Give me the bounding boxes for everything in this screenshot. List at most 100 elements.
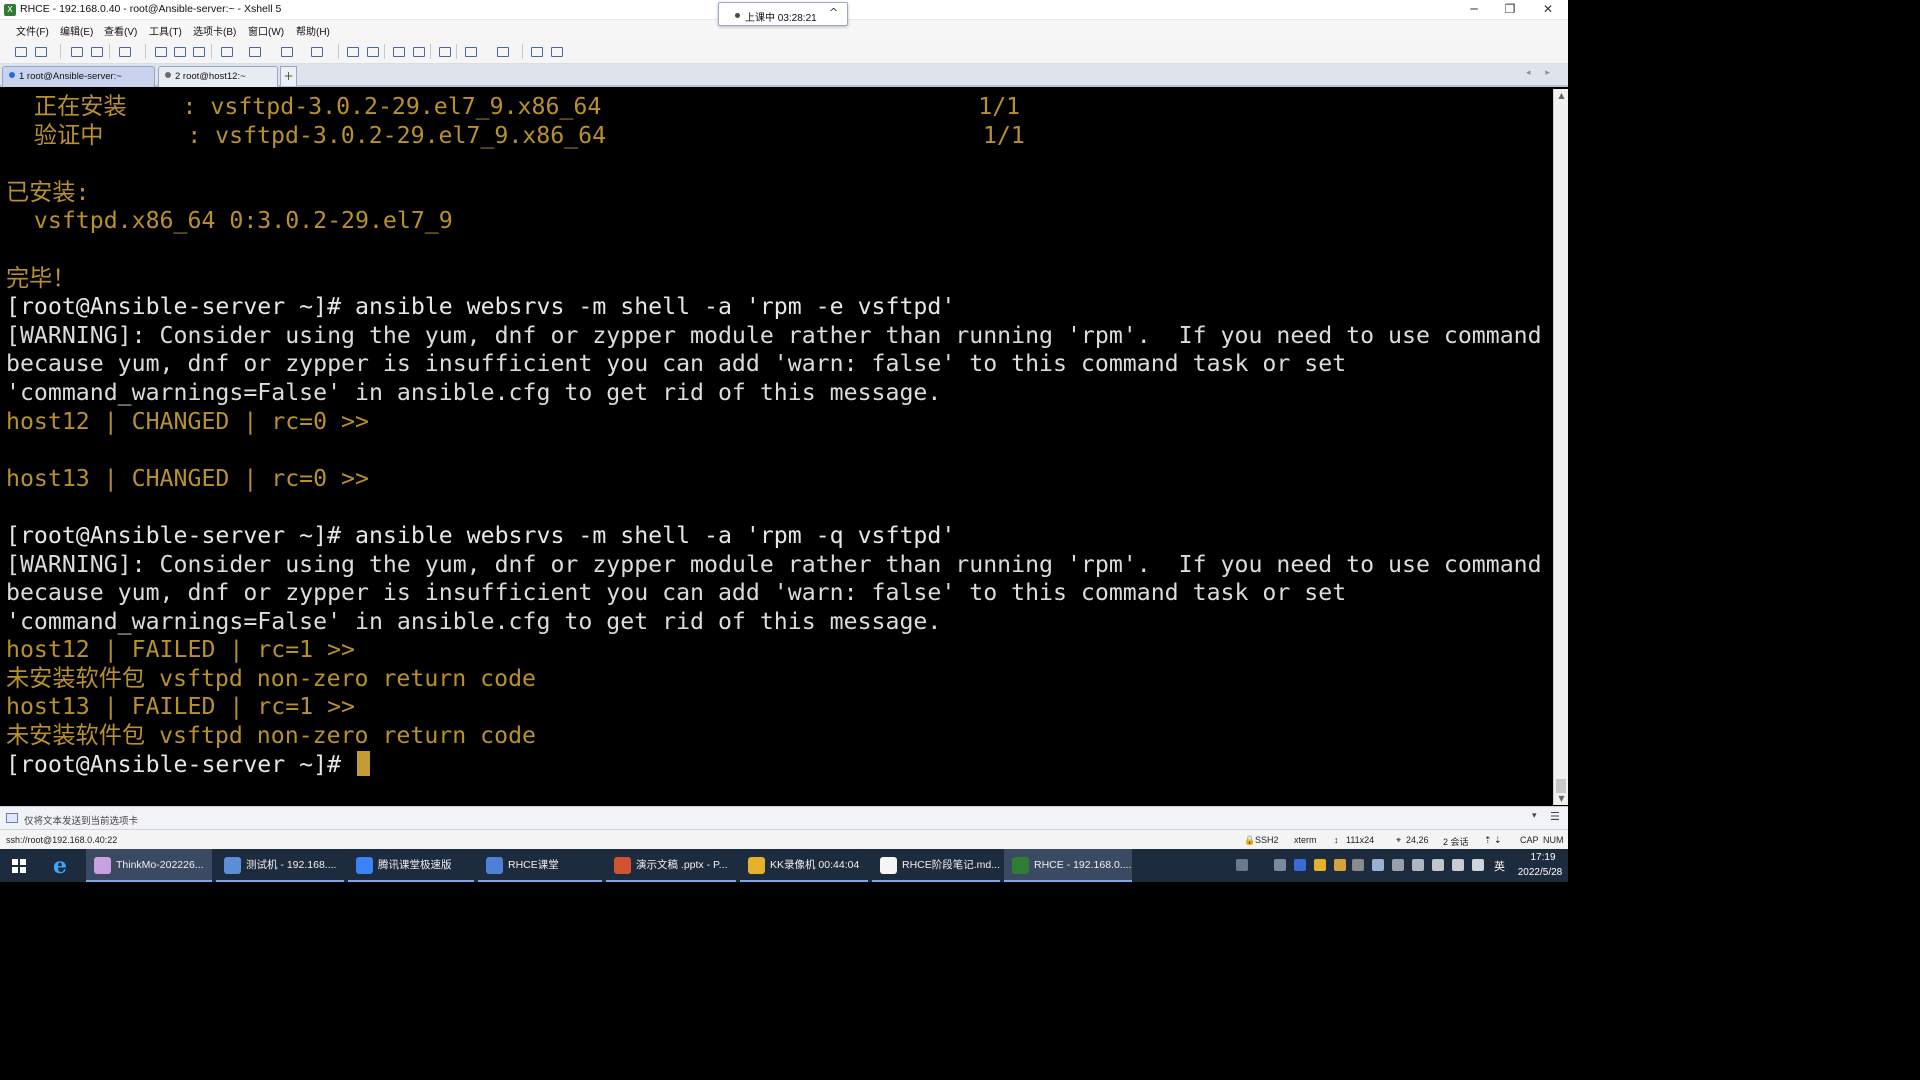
scrollbar-thumb[interactable] (1556, 779, 1566, 793)
close-button[interactable]: ✕ (1530, 0, 1566, 20)
menu-tabs[interactable]: 选项卡(B) (193, 23, 236, 38)
taskbar-app-button[interactable]: RHCE阶段笔记.md... (872, 849, 1000, 882)
internet-explorer-button[interactable]: e (44, 849, 82, 882)
taskbar-app-button[interactable]: ThinkMo-202226... (86, 849, 212, 882)
tray-app-icon[interactable] (1314, 859, 1326, 871)
copy-icon[interactable] (152, 44, 168, 58)
open-folder-icon[interactable] (32, 44, 48, 58)
tray-app-icon[interactable] (1352, 859, 1364, 871)
font-icon[interactable] (308, 44, 324, 58)
menu-window[interactable]: 窗口(W) (248, 23, 284, 38)
taskbar-app-icon (880, 857, 897, 874)
properties-icon[interactable] (116, 44, 132, 58)
terminal-scrollbar[interactable]: ▲ ▼ (1553, 89, 1568, 805)
disconnect-icon[interactable] (88, 44, 104, 58)
taskbar-app-button[interactable]: RHCE - 192.168.0.... (1004, 849, 1132, 882)
scroll-down-icon[interactable]: ▼ (1554, 792, 1569, 805)
terminal-line: host13 | CHANGED | rc=0 >> (6, 464, 369, 492)
terminal-line: 'command_warnings=False' in ansible.cfg … (6, 378, 942, 406)
keyboard-icon[interactable] (436, 44, 452, 58)
kk-tray-icon[interactable] (1294, 859, 1306, 871)
menu-view[interactable]: 查看(V) (104, 23, 137, 38)
taskbar-app-button[interactable]: 演示文稿 .pptx - P... (606, 849, 736, 882)
network-icon[interactable] (1372, 859, 1384, 871)
taskbar-app-button[interactable]: RHCE课堂 (478, 849, 602, 882)
compose-bar-text[interactable]: 仅将文本发送到当前选项卡 (24, 813, 138, 827)
wifi-icon[interactable] (1452, 859, 1464, 871)
xftp-icon[interactable] (344, 44, 360, 58)
taskbar-app-label: RHCE - 192.168.0.... (1034, 859, 1132, 871)
menu-file[interactable]: 文件(F) (16, 23, 49, 38)
class-timer-widget[interactable]: 上课中 03:28:21 ^ (718, 2, 848, 26)
find-icon[interactable] (190, 44, 206, 58)
tray-app-icon[interactable] (1274, 859, 1286, 871)
compose-dropdown-icon[interactable]: ▾ (1532, 811, 1537, 821)
menu-edit[interactable]: 编辑(E) (60, 23, 93, 38)
lock-status-icon: 🔒 (1244, 835, 1256, 845)
notification-icon[interactable] (1236, 859, 1248, 871)
tray-app-icon[interactable] (1334, 859, 1346, 871)
clock-date[interactable]: 2022/5/28 (1512, 867, 1568, 878)
menu-help[interactable]: 帮助(H) (296, 23, 330, 38)
session-status-icon (9, 72, 15, 78)
taskbar-app-button[interactable]: KK录像机 00:44:04 (740, 849, 868, 882)
paste-icon[interactable] (171, 44, 187, 58)
terminal-cursor (357, 750, 371, 776)
terminal-output: 正在安装 : vsftpd-3.0.2-29.el7_9.x86_64 1/1 … (6, 93, 1542, 779)
usb-icon[interactable] (1412, 859, 1424, 871)
terminal-line: 已安装: (6, 178, 90, 206)
taskbar-app-icon (1012, 857, 1029, 874)
taskbar-app-label: 测试机 - 192.168.... (246, 859, 337, 871)
globe-icon[interactable] (278, 44, 294, 58)
add-tab-button[interactable]: + (280, 66, 297, 86)
taskbar-app-label: 演示文稿 .pptx - P... (636, 859, 728, 871)
lock-icon[interactable] (410, 44, 426, 58)
tray-app-icon[interactable] (1392, 859, 1404, 871)
layout-icon[interactable] (494, 44, 510, 58)
new-session-icon[interactable] (12, 44, 28, 58)
toolbar-separator (430, 44, 431, 59)
minimize-button[interactable]: ─ (1456, 0, 1492, 20)
script-icon[interactable] (364, 44, 380, 58)
compose-menu-icon[interactable]: ☰ (1550, 810, 1560, 823)
fullscreen-icon[interactable] (390, 44, 406, 58)
tab-session-2[interactable]: 2 root@host12:~ (158, 66, 278, 87)
terminal-line: host12 | CHANGED | rc=0 >> (6, 407, 369, 435)
caps-lock-indicator: CAP (1520, 835, 1539, 845)
toolbar-separator (456, 44, 457, 59)
connect-icon[interactable] (68, 44, 84, 58)
session-tab-bar: 1 root@Ansible-server:~ 2 root@host12:~ … (0, 64, 1568, 87)
new-tab-icon[interactable] (462, 44, 478, 58)
taskbar-app-icon (614, 857, 631, 874)
compose-bar[interactable]: 仅将文本发送到当前选项卡 ▾ ☰ (0, 806, 1568, 829)
print-icon[interactable] (218, 44, 234, 58)
scroll-up-icon[interactable]: ▲ (1554, 89, 1569, 102)
terminal-line: host13 | FAILED | rc=1 >> (6, 693, 356, 721)
start-button[interactable] (0, 849, 38, 882)
tab-scroll-arrows[interactable]: ◂ ▸ (1526, 68, 1556, 78)
taskbar-app-label: KK录像机 00:44:04 (770, 859, 860, 871)
transfer-icon[interactable] (246, 44, 262, 58)
chevron-up-icon[interactable]: ^ (829, 6, 838, 19)
taskbar-app-button[interactable]: 测试机 - 192.168.... (216, 849, 344, 882)
terminal-line: 未安装软件包 vsftpd non-zero return code (6, 722, 537, 750)
shell-prompt: [root@Ansible-server ~]# (6, 750, 356, 778)
help-icon[interactable] (528, 44, 544, 58)
terminal-line: vsftpd.x86_64 0:3.0.2-29.el7_9 (6, 207, 453, 235)
microphone-icon[interactable] (1432, 859, 1444, 871)
taskbar-app-button[interactable]: 腾讯课堂极速版 (348, 849, 474, 882)
clock-time[interactable]: 17:19 (1520, 852, 1566, 863)
terminal-line: 验证中 : vsftpd-3.0.2-29.el7_9.x86_64 1/1 (6, 121, 1025, 149)
windows-start-icon (12, 859, 26, 873)
terminal-prompt-line[interactable]: [root@Ansible-server ~]# (6, 750, 1542, 780)
input-method-indicator[interactable]: 英 (1494, 858, 1505, 874)
tab-session-1[interactable]: 1 root@Ansible-server:~ (2, 66, 155, 87)
chat-icon[interactable] (548, 44, 564, 58)
toolbar (0, 39, 1568, 64)
volume-icon[interactable] (1472, 859, 1484, 871)
send-arrows-icon: ⇡ ⇣ (1484, 835, 1502, 845)
terminal-area[interactable]: 正在安装 : vsftpd-3.0.2-29.el7_9.x86_64 1/1 … (0, 89, 1553, 805)
menu-tools[interactable]: 工具(T) (149, 23, 182, 38)
maximize-button[interactable]: ❐ (1492, 0, 1528, 20)
